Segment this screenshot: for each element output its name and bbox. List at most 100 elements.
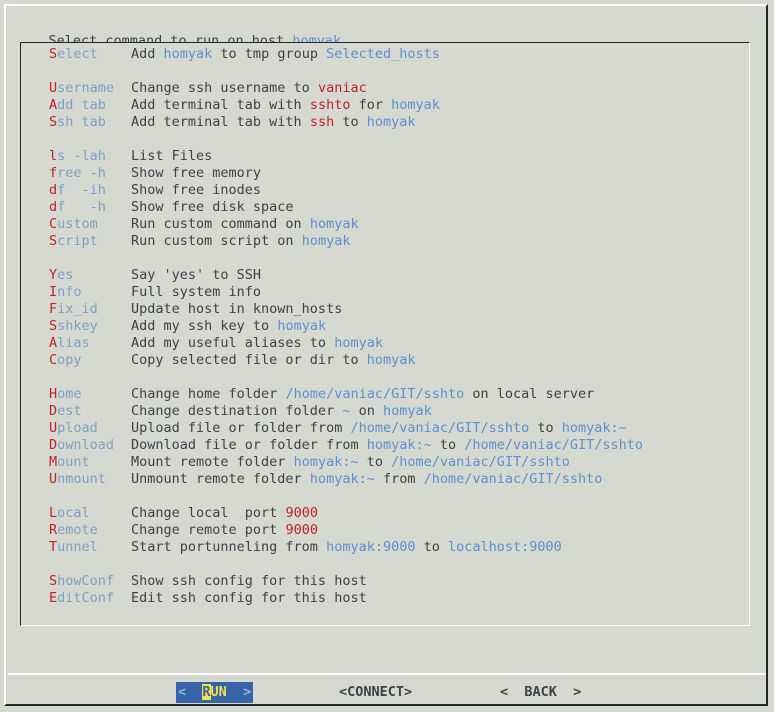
menu-item-hotkey: C: [49, 352, 58, 368]
menu-item-select[interactable]: Select Add homyak to tmp group Selected_h…: [21, 46, 749, 63]
menu-item-keyword: lias: [57, 335, 90, 351]
menu-item-description: Mount remote folder homyak:~ to /home/va…: [131, 454, 570, 470]
menu-item-tag: Sshkey: [49, 318, 131, 335]
desc-token-blue: homyak: [163, 46, 213, 62]
menu-item-sshkey[interactable]: Sshkey Add my ssh key to homyak: [21, 318, 749, 335]
menu-item-description: Show free inodes: [131, 182, 261, 198]
menu-item-hotkey: I: [49, 284, 58, 300]
menu-item-hotkey: H: [49, 386, 58, 402]
menu-item-tag: Username: [49, 80, 131, 97]
desc-token-red: 9000: [285, 505, 318, 521]
menu-item-description: Show ssh config for this host: [131, 573, 367, 589]
menu-item-keyword: sh tab: [57, 114, 106, 130]
menu-item-hotkey: F: [49, 301, 58, 317]
menu-item-description: Add my useful aliases to homyak: [131, 335, 383, 351]
desc-token-blue: homyak: [382, 403, 432, 419]
menu-item-df-ih[interactable]: df -ih Show free inodes: [21, 182, 749, 199]
menu-item-mount[interactable]: Mount Mount remote folder homyak:~ to /ho…: [21, 454, 749, 471]
menu-listbox[interactable]: Select Add homyak to tmp group Selected_h…: [20, 42, 750, 626]
menu-item-tag: Tunnel: [49, 539, 131, 556]
menu-item-df-h[interactable]: df -h Show free disk space: [21, 199, 749, 216]
menu-item-tag: df -h: [49, 199, 131, 216]
menu-item-hotkey: L: [49, 505, 58, 521]
menu-item-editconf[interactable]: EditConf Edit ssh config for this host: [21, 590, 749, 607]
menu-item-home[interactable]: Home Change home folder /home/vaniac/GIT/…: [21, 386, 749, 403]
desc-text: Add terminal tab with: [131, 114, 310, 130]
menu-item-custom[interactable]: Custom Run custom command on homyak: [21, 216, 749, 233]
menu-item-upload[interactable]: Upload Upload file or folder from /home/v…: [21, 420, 749, 437]
run-left-arrow: <: [178, 684, 187, 700]
menu-item-keyword: ownload: [57, 437, 115, 453]
desc-token-blue: homyak:~: [561, 420, 627, 436]
menu-item-free-h[interactable]: free -h Show free memory: [21, 165, 749, 182]
menu-item-hotkey: U: [49, 420, 58, 436]
menu-item-tag: Home: [49, 386, 131, 403]
menu-item-keyword: ustom: [57, 216, 98, 232]
menu-item-keyword: ree -h: [57, 165, 106, 181]
desc-text: for: [350, 97, 392, 113]
menu-item-script[interactable]: Script Run custom script on homyak: [21, 233, 749, 250]
desc-text: Show free inodes: [131, 182, 262, 198]
menu-item-description: Add homyak to tmp group Selected_hosts: [131, 46, 440, 62]
menu-item-showconf[interactable]: ShowConf Show ssh config for this host: [21, 573, 749, 590]
menu-item-hotkey: C: [49, 216, 58, 232]
menu-item-yes[interactable]: Yes Say 'yes' to SSH: [21, 267, 749, 284]
menu-item-keyword: est: [57, 403, 82, 419]
menu-item-alias[interactable]: Alias Add my useful aliases to homyak: [21, 335, 749, 352]
menu-item-description: Change remote port 9000: [131, 522, 318, 538]
menu-item-tag: Yes: [49, 267, 131, 284]
desc-text: Upload file or folder from: [131, 420, 351, 436]
desc-text: Add my ssh key to: [131, 318, 278, 334]
menu-item-keyword: ocal: [57, 505, 90, 521]
desc-text: Add: [131, 46, 164, 62]
menu-item-add-tab[interactable]: Add tab Add terminal tab with sshto for h…: [21, 97, 749, 114]
menu-item-ls-lah[interactable]: ls -lah List Files: [21, 148, 749, 165]
menu-item-tag: Select: [49, 46, 131, 63]
menu-item-keyword: cript: [57, 233, 98, 249]
menu-item-description: Run custom script on homyak: [131, 233, 350, 249]
menu-item-tunnel[interactable]: Tunnel Start portunneling from homyak:900…: [21, 539, 749, 556]
desc-text: Change home folder: [131, 386, 286, 402]
menu-item-description: Show free disk space: [131, 199, 294, 215]
menu-item-keyword: s -lah: [57, 148, 106, 164]
menu-item-fix-id[interactable]: Fix_id Update host in known_hosts: [21, 301, 749, 318]
menu-item-description: Copy selected file or dir to homyak: [131, 352, 415, 368]
menu-item-tag: Ssh tab: [49, 114, 131, 131]
menu-item-copy[interactable]: Copy Copy selected file or dir to homyak: [21, 352, 749, 369]
desc-text: Download file or folder from: [131, 437, 367, 453]
desc-text: Edit ssh config for this host: [131, 590, 367, 606]
desc-token-blue: /home/vaniac/GIT/sshto: [391, 454, 570, 470]
run-button[interactable]: < RUN >: [176, 682, 254, 703]
menu-item-hotkey: S: [49, 114, 58, 130]
back-button[interactable]: < BACK >: [500, 682, 581, 703]
menu-item-keyword: ome: [57, 386, 82, 402]
run-cursor-letter: R: [202, 684, 211, 700]
desc-token-blue: Selected_hosts: [326, 46, 440, 62]
menu-item-username[interactable]: Username Change ssh username to vaniac: [21, 80, 749, 97]
menu-item-unmount[interactable]: Unmount Unmount remote folder homyak:~ fr…: [21, 471, 749, 488]
menu-item-ssh-tab[interactable]: Ssh tab Add terminal tab with ssh to homy…: [21, 114, 749, 131]
menu-item-keyword: sername: [57, 80, 115, 96]
menu-item-dest[interactable]: Dest Change destination folder ~ on homya…: [21, 403, 749, 420]
connect-button[interactable]: <CONNECT>: [339, 682, 412, 703]
desc-token-blue: homyak: [366, 352, 416, 368]
menu-item-description: Show free memory: [131, 165, 261, 181]
menu-item-description: Change ssh username to vaniac: [131, 80, 367, 96]
desc-token-red: sshto: [309, 97, 351, 113]
menu-item-description: Update host in known_hosts: [131, 301, 342, 317]
menu-item-hotkey: D: [49, 437, 58, 453]
menu-item-description: Add my ssh key to homyak: [131, 318, 326, 334]
menu-item-keyword: f -h: [57, 199, 106, 215]
menu-item-tag: Fix_id: [49, 301, 131, 318]
menu-item-hotkey: T: [49, 539, 58, 555]
menu-item-download[interactable]: Download Download file or folder from hom…: [21, 437, 749, 454]
desc-text: List Files: [131, 148, 213, 164]
menu-item-info[interactable]: Info Full system info: [21, 284, 749, 301]
menu-item-remote[interactable]: Remote Change remote port 9000: [21, 522, 749, 539]
menu-item-local[interactable]: Local Change local port 9000: [21, 505, 749, 522]
desc-text: Mount remote folder: [131, 454, 294, 470]
menu-item-keyword: nmount: [57, 471, 106, 487]
menu-item-tag: Dest: [49, 403, 131, 420]
menu-item-hotkey: E: [49, 590, 58, 606]
desc-token-blue: homyak:~: [293, 454, 359, 470]
